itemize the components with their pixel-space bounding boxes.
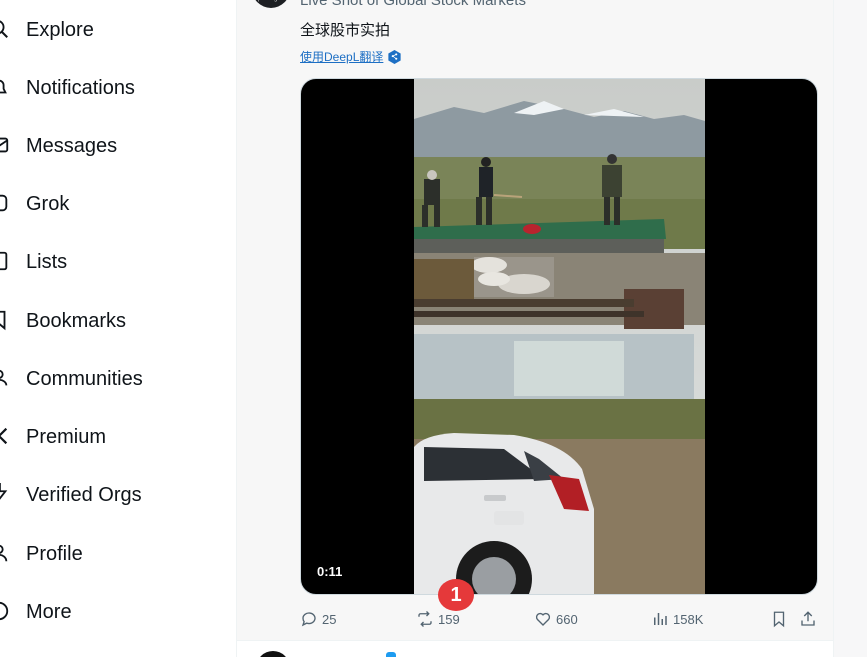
heart-icon: [535, 612, 551, 626]
x-logo-icon: [0, 427, 8, 445]
share-icon: [801, 611, 815, 626]
video-thumbnail: [414, 79, 705, 594]
views-count: 158K: [673, 611, 704, 627]
nav-item-label: More: [26, 601, 72, 623]
nav-item-lists[interactable]: Lists: [0, 242, 200, 282]
repost-count: 159: [438, 611, 460, 627]
nav-item-label: Messages: [26, 135, 118, 157]
nav-item-verified-orgs[interactable]: Verified Orgs: [0, 475, 200, 515]
reply-icon: [301, 612, 316, 627]
translate-label: 使用DeepL翻译: [300, 50, 384, 64]
nav-item-label: Premium: [26, 426, 107, 448]
nav-item-premium[interactable]: Premium: [0, 417, 200, 457]
bookmark-button[interactable]: [770, 606, 788, 632]
search-icon: [0, 20, 8, 38]
bookmark-icon: [0, 310, 6, 331]
reply-button[interactable]: 25: [300, 606, 336, 632]
nav-item-label: Profile: [26, 543, 83, 565]
like-button[interactable]: 660: [534, 606, 578, 632]
author-name[interactable]: Live Shot of Global Stock Markets: [300, 0, 526, 9]
step-marker-badge: 1: [438, 579, 474, 611]
list-icon: [0, 251, 8, 271]
translate-link[interactable]: 使用DeepL翻译: [300, 48, 401, 65]
nav-item-communities[interactable]: Communities: [0, 359, 200, 399]
lightning-icon: [0, 483, 8, 500]
share-button[interactable]: [799, 606, 817, 632]
envelope-icon: [0, 137, 9, 153]
nav-item-more[interactable]: More: [0, 592, 200, 632]
video-frame: [414, 79, 705, 594]
video-player[interactable]: 0:11: [300, 78, 818, 595]
bookmark-icon: [773, 611, 785, 628]
analytics-icon: [654, 613, 667, 625]
nav-item-grok[interactable]: Grok: [0, 184, 200, 224]
nav-item-label: Communities: [26, 368, 143, 390]
reply-count: 25: [322, 611, 337, 627]
views-button[interactable]: 158K: [651, 606, 703, 632]
next-tweet-card[interactable]: [236, 640, 834, 657]
deepl-icon: [388, 49, 401, 64]
nav-item-label: Lists: [26, 251, 68, 273]
nav-item-label: Bookmarks: [26, 310, 127, 332]
nav-item-bookmarks[interactable]: Bookmarks: [0, 301, 200, 341]
avatar-text: posting: [258, 0, 277, 2]
tweet-actions: 25 159 660 158K: [300, 606, 820, 632]
more-circle-icon: [0, 601, 9, 621]
video-duration: 0:11: [317, 564, 343, 579]
tweet-text: 全球股市实拍: [300, 22, 391, 39]
repost-icon: [418, 611, 432, 627]
nav-item-label: Explore: [26, 19, 94, 41]
nav-item-explore[interactable]: Explore: [0, 10, 200, 50]
sidebar-nav: Explore Notifications Messages Grok List…: [0, 0, 236, 657]
person-icon: [0, 544, 8, 562]
nav-item-label: Notifications: [26, 77, 135, 99]
nav-item-messages[interactable]: Messages: [0, 126, 200, 166]
nav-item-profile[interactable]: Profile: [0, 534, 200, 574]
nav-item-label: Verified Orgs: [26, 484, 142, 506]
bell-icon: [0, 79, 7, 94]
nav-item-label: Grok: [26, 193, 70, 215]
nav-item-notifications[interactable]: Notifications: [0, 68, 200, 108]
verified-badge-icon: [386, 652, 396, 657]
like-count: 660: [556, 611, 578, 627]
grok-icon: [0, 194, 8, 212]
people-icon: [0, 369, 8, 386]
